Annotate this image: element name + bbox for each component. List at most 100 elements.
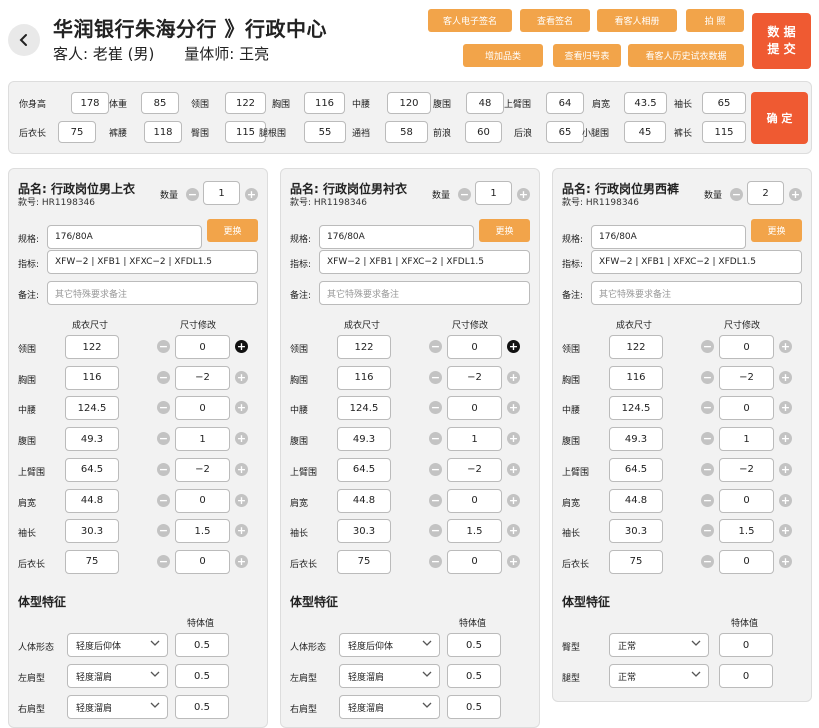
minus-icon[interactable]: −	[157, 462, 170, 476]
index-input[interactable]: XFW−2 | XFB1 | XFXC−2 | XFDL1.5	[47, 250, 258, 274]
minus-icon[interactable]: −	[429, 462, 442, 476]
size-modify-input[interactable]: 0	[175, 488, 230, 513]
plus-icon[interactable]: +	[779, 493, 792, 507]
size-modify-input[interactable]: 0	[719, 488, 774, 513]
body-type-select[interactable]: 正常	[609, 664, 709, 688]
back-button[interactable]	[8, 24, 40, 56]
plus-icon[interactable]: +	[235, 401, 248, 415]
remark-input[interactable]: 其它特殊要求备注	[319, 281, 530, 305]
remark-input[interactable]: 其它特殊要求备注	[47, 281, 258, 305]
minus-icon[interactable]: −	[429, 340, 442, 353]
measure-value-input[interactable]: 64	[546, 92, 584, 114]
minus-icon[interactable]: −	[701, 524, 714, 538]
size-modify-input[interactable]: 1.5	[719, 519, 774, 544]
plus-icon[interactable]: +	[235, 432, 248, 446]
minus-icon[interactable]: −	[157, 493, 170, 507]
size-modify-input[interactable]: 0	[447, 396, 502, 421]
minus-icon[interactable]: −	[701, 432, 714, 446]
measure-value-input[interactable]: 60	[465, 121, 502, 143]
qty-input[interactable]: 1	[475, 181, 512, 205]
plus-icon[interactable]: +	[235, 370, 248, 384]
body-type-select[interactable]: 轻度溜肩	[67, 664, 168, 688]
change-spec-button[interactable]: 更换	[751, 219, 802, 242]
plus-icon[interactable]: +	[245, 188, 258, 201]
qty-input[interactable]: 1	[203, 181, 240, 205]
measure-value-input[interactable]: 178	[71, 92, 109, 114]
measure-value-input[interactable]: 116	[304, 92, 345, 114]
minus-icon[interactable]: −	[701, 493, 714, 507]
minus-icon[interactable]: −	[157, 401, 170, 415]
size-modify-input[interactable]: 0	[175, 396, 230, 421]
measure-value-input[interactable]: 43.5	[624, 92, 667, 114]
minus-icon[interactable]: −	[701, 370, 714, 384]
size-modify-input[interactable]: −2	[175, 365, 230, 390]
minus-icon[interactable]: −	[429, 524, 442, 538]
minus-icon[interactable]: −	[429, 493, 442, 507]
plus-icon[interactable]: +	[507, 524, 520, 538]
spec-input[interactable]: 176/80A	[591, 225, 746, 249]
minus-icon[interactable]: −	[458, 188, 471, 201]
measure-value-input[interactable]: 75	[58, 121, 96, 143]
submit-data-button[interactable]: 数 据 提 交	[752, 13, 811, 69]
qty-input[interactable]: 2	[747, 181, 784, 205]
plus-icon[interactable]: +	[507, 462, 520, 476]
plus-icon[interactable]: +	[235, 462, 248, 476]
plus-icon[interactable]: +	[517, 188, 530, 201]
minus-icon[interactable]: −	[701, 340, 714, 353]
size-modify-input[interactable]: −2	[719, 365, 774, 390]
view-archive-button[interactable]: 查看归号表	[553, 44, 621, 67]
measure-value-input[interactable]: 58	[385, 121, 428, 143]
measure-value-input[interactable]: 65	[546, 121, 584, 143]
plus-icon[interactable]: +	[779, 432, 792, 446]
size-modify-input[interactable]: 1.5	[447, 519, 502, 544]
photo-button[interactable]: 拍 照	[686, 9, 744, 32]
plus-icon[interactable]: +	[507, 340, 520, 353]
add-category-button[interactable]: 增加品类	[463, 44, 543, 67]
minus-icon[interactable]: −	[157, 340, 170, 353]
measure-value-input[interactable]: 65	[702, 92, 746, 114]
plus-icon[interactable]: +	[507, 554, 520, 568]
body-value-input[interactable]: 0	[719, 633, 773, 657]
plus-icon[interactable]: +	[779, 401, 792, 415]
plus-icon[interactable]: +	[235, 554, 248, 568]
size-modify-input[interactable]: 0	[719, 549, 774, 574]
plus-icon[interactable]: +	[789, 188, 802, 201]
minus-icon[interactable]: −	[701, 462, 714, 476]
minus-icon[interactable]: −	[429, 401, 442, 415]
minus-icon[interactable]: −	[429, 370, 442, 384]
measure-value-input[interactable]: 85	[141, 92, 179, 114]
minus-icon[interactable]: −	[429, 432, 442, 446]
body-value-input[interactable]: 0.5	[175, 695, 229, 719]
customer-album-button[interactable]: 看客人相册	[597, 9, 677, 32]
change-spec-button[interactable]: 更换	[479, 219, 530, 242]
body-value-input[interactable]: 0.5	[175, 633, 229, 657]
size-modify-input[interactable]: −2	[447, 365, 502, 390]
minus-icon[interactable]: −	[157, 370, 170, 384]
size-modify-input[interactable]: 1	[719, 427, 774, 452]
body-value-input[interactable]: 0.5	[447, 664, 501, 688]
body-type-select[interactable]: 轻度溜肩	[67, 695, 168, 719]
plus-icon[interactable]: +	[779, 340, 792, 353]
body-type-select[interactable]: 轻度溜肩	[339, 664, 440, 688]
view-signature-button[interactable]: 查看签名	[520, 9, 590, 32]
measure-value-input[interactable]: 45	[624, 121, 666, 143]
plus-icon[interactable]: +	[507, 432, 520, 446]
measure-value-input[interactable]: 55	[304, 121, 346, 143]
plus-icon[interactable]: +	[235, 493, 248, 507]
size-modify-input[interactable]: 0	[175, 335, 230, 359]
measure-value-input[interactable]: 48	[466, 92, 504, 114]
body-type-select[interactable]: 正常	[609, 633, 709, 657]
body-value-input[interactable]: 0.5	[447, 633, 501, 657]
size-modify-input[interactable]: 0	[447, 335, 502, 359]
plus-icon[interactable]: +	[235, 524, 248, 538]
index-input[interactable]: XFW−2 | XFB1 | XFXC−2 | XFDL1.5	[591, 250, 802, 274]
body-type-select[interactable]: 轻度后仰体	[67, 633, 168, 657]
body-value-input[interactable]: 0.5	[175, 664, 229, 688]
plus-icon[interactable]: +	[507, 401, 520, 415]
plus-icon[interactable]: +	[779, 524, 792, 538]
plus-icon[interactable]: +	[779, 554, 792, 568]
plus-icon[interactable]: +	[779, 462, 792, 476]
history-fitting-button[interactable]: 看客人历史试衣数据	[628, 44, 744, 67]
size-modify-input[interactable]: 1.5	[175, 519, 230, 544]
size-modify-input[interactable]: 1	[175, 427, 230, 452]
